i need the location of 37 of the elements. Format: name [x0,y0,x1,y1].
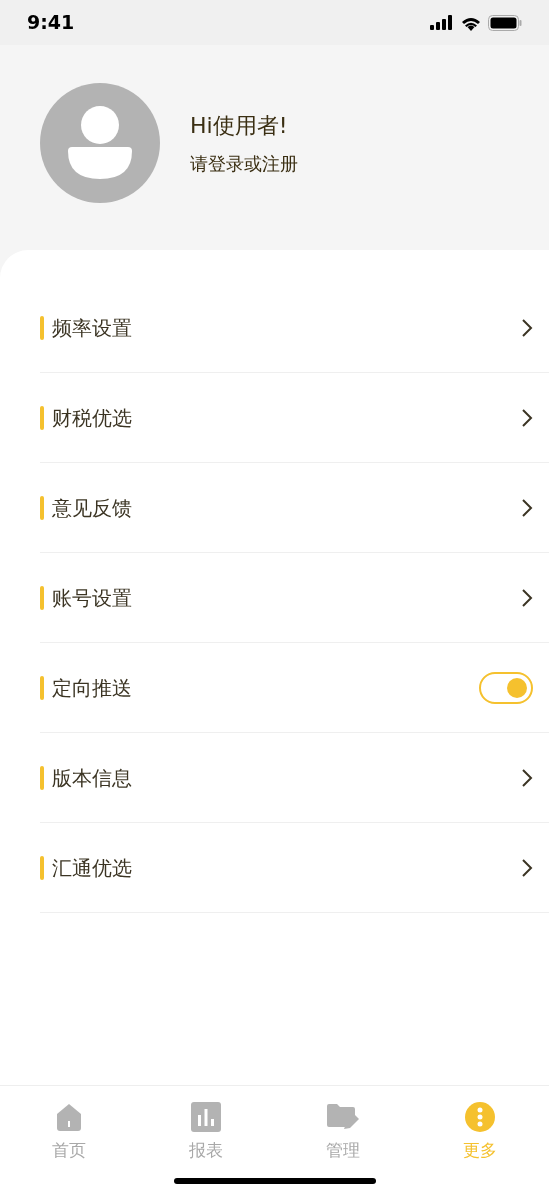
menu-label: 账号设置 [52,584,132,612]
folder-edit-icon [327,1102,360,1132]
menu-item[interactable]: 定向推送 [40,643,549,733]
accent-bar [40,405,44,430]
status-time: 9:41 [27,10,75,36]
greeting: Hi使用者! [190,111,289,140]
menu-item[interactable]: 版本信息 [40,733,549,823]
menu-item[interactable]: 频率设置 [40,283,549,373]
chevron-right-icon [521,857,533,878]
accent-bar [40,765,44,790]
login-prompt[interactable]: 请登录或注册 [190,149,298,177]
chevron-right-icon [521,317,533,338]
menu-label: 财税优选 [52,404,132,432]
accent-bar [40,495,44,520]
accent-bar [40,855,44,880]
menu-label: 版本信息 [52,764,132,792]
accent-bar [40,315,44,340]
menu-item[interactable]: 账号设置 [40,553,549,643]
chevron-right-icon [521,497,533,518]
more-icon [465,1102,496,1132]
menu-label: 频率设置 [52,314,132,342]
toggle-switch[interactable] [479,671,533,704]
chevron-right-icon [521,407,533,428]
chevron-right-icon [521,767,533,788]
accent-bar [40,675,44,700]
menu-item[interactable]: 意见反馈 [40,463,549,553]
menu-item[interactable]: 财税优选 [40,373,549,463]
menu-item[interactable]: 汇通优选 [40,823,549,913]
avatar-icon [40,82,160,203]
chevron-right-icon [521,587,533,608]
accent-bar [40,585,44,610]
bar-chart-icon [190,1102,221,1132]
battery-icon [488,14,522,31]
menu-label: 汇通优选 [52,854,132,882]
signal-icon [430,15,454,30]
menu-label: 定向推送 [52,674,132,702]
menu-label: 意见反馈 [52,494,132,522]
